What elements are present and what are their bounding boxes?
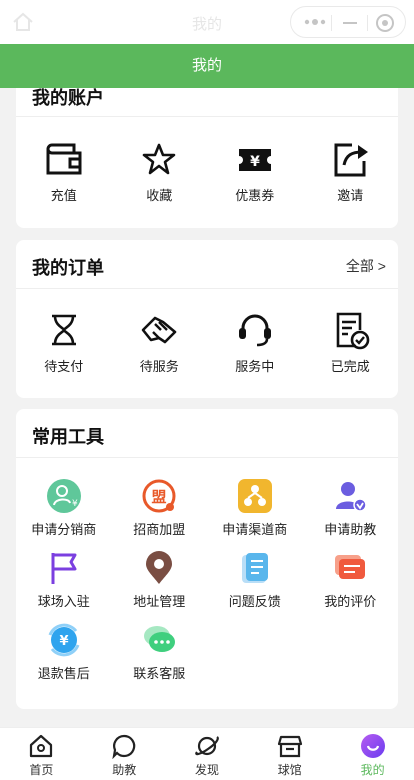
chat-bubble-icon xyxy=(112,734,136,759)
account-card: 我的账户 充值 收藏 ¥ 优惠券 邀请 xyxy=(16,68,398,228)
tools-row-2: 球场入驻 地址管理 问题反馈 我的评价 xyxy=(16,551,398,610)
headset-icon xyxy=(238,314,271,347)
chat-icon xyxy=(144,626,176,652)
handshake-icon xyxy=(141,316,177,344)
tab-label: 首页 xyxy=(29,763,54,777)
account-item-label: 收藏 xyxy=(146,188,173,203)
store-icon xyxy=(277,735,302,758)
tools-card-header: 常用工具 xyxy=(16,409,398,458)
tool-label: 招商加盟 xyxy=(133,522,186,537)
tool-refund[interactable]: ¥ 退款售后 xyxy=(16,623,112,682)
bottom-tab-bar: 首页 助教 发现 球馆 我的 xyxy=(0,727,414,780)
system-bar: 我的 xyxy=(0,0,414,44)
tool-label: 申请分销商 xyxy=(31,522,97,537)
share-icon xyxy=(334,143,369,177)
assistant-icon xyxy=(336,482,367,512)
tab-discover[interactable]: 发现 xyxy=(166,728,249,780)
page-header: 我的 xyxy=(0,44,414,88)
account-item-recharge[interactable]: 充值 xyxy=(16,139,112,204)
account-item-coupons[interactable]: ¥ 优惠券 xyxy=(207,139,303,204)
tool-feedback[interactable]: 问题反馈 xyxy=(207,551,303,610)
tools-row-3: ¥ 退款售后 联系客服 xyxy=(16,623,398,682)
order-items: 待支付 待服务 服务中 已完成 xyxy=(16,310,398,375)
order-item-label: 待支付 xyxy=(44,359,84,374)
tools-card: 常用工具 ¥ 申请分销商 盟 招商加盟 申请渠道商 申请助教 球场入驻 地址管理… xyxy=(16,409,398,709)
hourglass-icon xyxy=(51,314,76,346)
tool-label: 申请助教 xyxy=(324,522,377,537)
tool-label: 问题反馈 xyxy=(228,594,281,609)
tool-contact-support[interactable]: 联系客服 xyxy=(112,623,208,682)
wallet-icon xyxy=(46,143,82,175)
channel-icon xyxy=(237,479,272,513)
tool-label: 联系客服 xyxy=(133,666,186,681)
minimize-icon[interactable] xyxy=(343,22,357,24)
tools-row-1: ¥ 申请分销商 盟 招商加盟 申请渠道商 申请助教 xyxy=(16,479,398,538)
tool-address-management[interactable]: 地址管理 xyxy=(112,551,208,610)
account-item-invite[interactable]: 邀请 xyxy=(303,139,399,204)
checklist-icon xyxy=(336,312,370,350)
more-dots-icon[interactable] xyxy=(303,17,327,27)
tool-venue-join[interactable]: 球场入驻 xyxy=(16,551,112,610)
order-item-in-service[interactable]: 服务中 xyxy=(207,310,303,375)
refund-icon: ¥ xyxy=(48,623,80,657)
tab-venues[interactable]: 球馆 xyxy=(248,728,331,780)
orders-card: 我的订单 全部 > 待支付 待服务 服务中 已完成 xyxy=(16,240,398,398)
orders-card-header: 我的订单 全部 > xyxy=(16,240,398,289)
tab-label: 我的 xyxy=(360,763,385,777)
coupon-icon: ¥ xyxy=(234,149,275,171)
tool-franchise[interactable]: 盟 招商加盟 xyxy=(112,479,208,538)
mini-program-capsule xyxy=(290,6,406,38)
flag-icon xyxy=(51,553,77,584)
account-items: 充值 收藏 ¥ 优惠券 邀请 xyxy=(16,139,398,204)
distributor-icon: ¥ xyxy=(46,479,81,513)
account-item-label: 充值 xyxy=(50,188,77,203)
tab-label: 球馆 xyxy=(277,763,302,777)
tool-label: 我的评价 xyxy=(324,594,377,609)
tools-title: 常用工具 xyxy=(32,427,104,447)
svg-text:¥: ¥ xyxy=(250,154,260,170)
account-item-favorites[interactable]: 收藏 xyxy=(112,139,208,204)
tool-apply-channel[interactable]: 申请渠道商 xyxy=(207,479,303,538)
tool-apply-distributor[interactable]: ¥ 申请分销商 xyxy=(16,479,112,538)
account-item-label: 优惠券 xyxy=(235,188,275,203)
tab-label: 助教 xyxy=(112,763,137,777)
svg-text:¥: ¥ xyxy=(59,634,68,649)
svg-text:盟: 盟 xyxy=(152,488,167,506)
location-pin-icon xyxy=(146,551,173,584)
order-item-completed[interactable]: 已完成 xyxy=(303,310,399,375)
page-title: 我的 xyxy=(191,57,222,74)
star-icon xyxy=(142,143,176,175)
tool-label: 退款售后 xyxy=(37,666,90,681)
order-item-label: 待服务 xyxy=(139,359,179,374)
orders-view-all-link[interactable]: 全部 > xyxy=(346,256,386,276)
tool-label: 球场入驻 xyxy=(37,594,90,609)
tool-label: 申请渠道商 xyxy=(222,522,288,537)
tool-label: 地址管理 xyxy=(133,594,186,609)
tool-apply-assistant[interactable]: 申请助教 xyxy=(303,479,399,538)
tab-home[interactable]: 首页 xyxy=(0,728,83,780)
profile-icon xyxy=(360,734,385,758)
tab-assistant[interactable]: 助教 xyxy=(83,728,166,780)
order-item-label: 服务中 xyxy=(235,359,275,374)
order-item-pending-payment[interactable]: 待支付 xyxy=(16,310,112,375)
order-item-pending-service[interactable]: 待服务 xyxy=(112,310,208,375)
franchise-icon: 盟 xyxy=(142,479,176,513)
capsule-divider xyxy=(367,15,368,31)
tool-my-reviews[interactable]: 我的评价 xyxy=(303,551,399,610)
home-icon xyxy=(30,734,53,758)
feedback-doc-icon xyxy=(241,553,268,583)
account-item-label: 邀请 xyxy=(337,188,364,203)
close-target-icon[interactable] xyxy=(376,14,394,32)
orders-title: 我的订单 xyxy=(32,258,104,278)
svg-text:¥: ¥ xyxy=(72,499,78,509)
planet-icon xyxy=(195,736,219,756)
tab-mine[interactable]: 我的 xyxy=(331,728,414,780)
order-item-label: 已完成 xyxy=(330,359,370,374)
comment-icon xyxy=(335,555,366,579)
tab-label: 发现 xyxy=(194,763,219,777)
capsule-divider xyxy=(331,15,332,31)
